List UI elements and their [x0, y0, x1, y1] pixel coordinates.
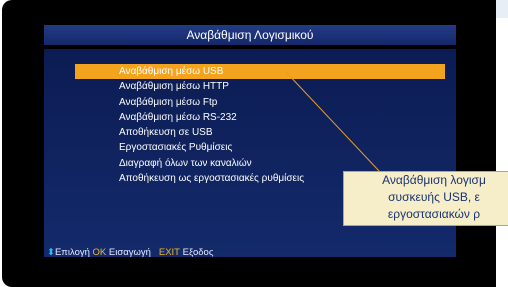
callout-line-1: Αναβάθμιση λογισμ [382, 173, 486, 187]
callout-line-3: εργοστασιακών ρ [387, 207, 481, 221]
callout-box: Αναβάθμιση λογισμ συσκευής USB, ε εργοστ… [343, 171, 508, 226]
callout-pointer-line [285, 71, 381, 173]
callout-leader-line [285, 71, 381, 173]
callout-line-2: συσκευής USB, ε [388, 190, 480, 204]
